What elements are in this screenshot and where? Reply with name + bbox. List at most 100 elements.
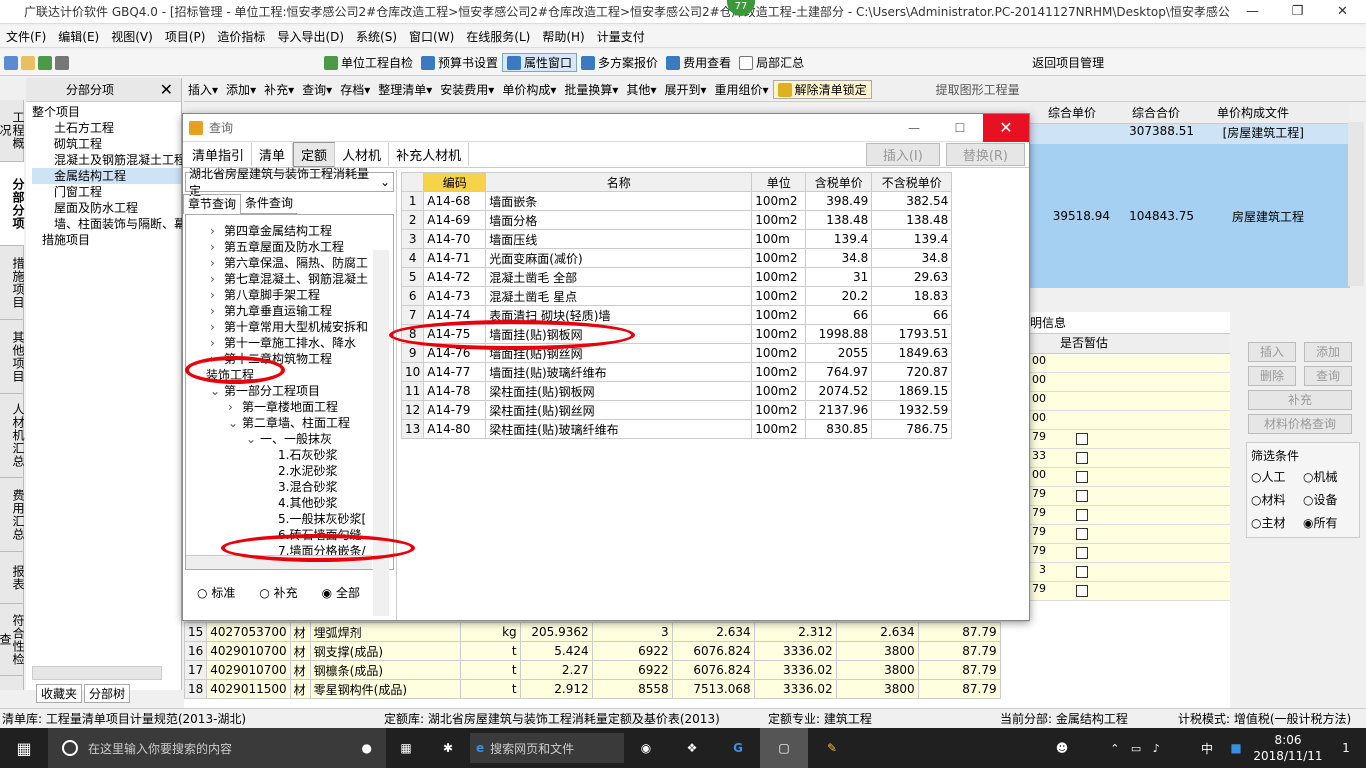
detail-tab[interactable]: 明信息	[1030, 312, 1230, 334]
partial-summary-button[interactable]: 局部汇总	[735, 54, 808, 71]
tab-others[interactable]: 其他项目	[0, 320, 25, 394]
other-menu[interactable]: 其他 ▾	[622, 81, 660, 98]
archive-menu[interactable]: 存档 ▾	[336, 81, 374, 98]
fee-view-button[interactable]: 费用查看	[662, 54, 735, 71]
filter-radio[interactable]: ◉ 全部	[322, 584, 360, 601]
tab-quota[interactable]: 定额	[293, 142, 336, 167]
quota-row[interactable]: 6 A14-73 混凝土凿毛 星点 100m2 20.2 18.83	[400, 286, 953, 306]
checkbox[interactable]	[1076, 566, 1088, 578]
tree-vscrollbar[interactable]	[373, 250, 389, 616]
tab-division-tree[interactable]: 分部树	[84, 684, 131, 703]
resource-row[interactable]: 17 4029010700 材钢檩条(成品) t 2.27 6922 6076.824 333…	[183, 660, 1001, 680]
return-project-button[interactable]: 返回项目管理	[1028, 54, 1108, 71]
reuse-price-menu[interactable]: 重用组价 ▾	[711, 81, 773, 98]
extract-quantity-button[interactable]: 提取图形工程量	[932, 81, 1024, 98]
chapter-tree-item[interactable]: 1.石灰砂浆	[186, 447, 393, 463]
query-button[interactable]: 查询	[1304, 366, 1352, 386]
tab-list[interactable]: 清单	[252, 143, 294, 166]
filter-option[interactable]: ○材料	[1251, 491, 1303, 508]
chapter-tree-item[interactable]: › 第五章屋面及防水工程	[186, 239, 393, 255]
tree-item-selected[interactable]: 金属结构工程	[32, 168, 181, 184]
checkbox[interactable]	[1076, 471, 1088, 483]
tab-chapter-query[interactable]: 章节查询	[183, 194, 242, 214]
tab-reports[interactable]: 报表	[0, 552, 25, 604]
menu-system[interactable]: 系统(S)	[350, 28, 403, 45]
menu-help[interactable]: 帮助(H)	[536, 28, 590, 45]
filter-option[interactable]: ○主材	[1251, 514, 1303, 531]
chapter-tree-item[interactable]: ⌄ 一、一般抹灰	[186, 431, 393, 447]
checkbox[interactable]	[1076, 528, 1088, 540]
tab-fees[interactable]: 费用汇总	[0, 478, 25, 552]
filter-option[interactable]: ○机械	[1303, 468, 1355, 485]
tree-item[interactable]: 混凝土及钢筋混凝土工程	[32, 152, 186, 168]
chapter-tree-item[interactable]: ⌄ 第二章墙、柱面工程	[186, 415, 393, 431]
tab-items[interactable]: 分部分项	[0, 162, 25, 246]
multi-scheme-button[interactable]: 多方案报价	[577, 54, 662, 71]
tab-overview[interactable]: 工程概况	[0, 100, 25, 162]
organize-list-menu[interactable]: 整理清单 ▾	[374, 81, 436, 98]
file-tools[interactable]	[0, 55, 320, 70]
user-icon[interactable]: ■	[1222, 741, 1250, 755]
tab-supplement-resources[interactable]: 补充人材机	[389, 143, 470, 166]
chapter-tree-item[interactable]: › 第一章楼地面工程	[186, 399, 393, 415]
insert-button[interactable]: 插入	[1248, 342, 1296, 362]
resource-row[interactable]: 16 4029010700 材钢支撑(成品) t 5.424 6922 6076.824 33…	[183, 641, 1001, 661]
tree-item[interactable]: 门窗工程	[32, 184, 181, 200]
gbq-app-icon[interactable]: ▢	[760, 728, 808, 768]
tree-item[interactable]: 整个项目	[32, 104, 181, 120]
budget-settings-button[interactable]: 预算书设置	[417, 54, 502, 71]
dialog-close-button[interactable]: ✕	[983, 113, 1029, 142]
chapter-tree-item[interactable]: 2.水泥砂浆	[186, 463, 393, 479]
checkbox[interactable]	[1076, 509, 1088, 521]
library-select[interactable]: 湖北省房屋建筑与装饰工程消耗量定 ⌄	[185, 167, 394, 198]
tree-item[interactable]: 土石方工程	[32, 120, 181, 136]
notepad-icon[interactable]: ✎	[808, 741, 856, 755]
quota-row[interactable]: 3 A14-70 墙面压线 100m 139.4 139.4	[400, 229, 953, 249]
people-icon[interactable]: ☻	[1042, 741, 1082, 755]
checkbox[interactable]	[1076, 547, 1088, 559]
edge-search-box[interactable]: e 搜索网页和文件	[470, 733, 624, 763]
quota-row[interactable]: 10 A14-77 墙面挂(贴)玻璃纤维布 100m2 764.97 720.87	[400, 362, 953, 382]
quota-row[interactable]: 1 A14-68 墙面嵌条 100m2 398.49 382.54	[400, 191, 953, 211]
checkbox[interactable]	[1076, 433, 1088, 445]
chapter-tree-item[interactable]: ⌄ 第一部分工程项目	[186, 383, 393, 399]
tree-hscrollbar[interactable]	[32, 666, 162, 680]
close-icon[interactable]: ✕	[160, 80, 173, 99]
filter-radio[interactable]: ○ 补充	[259, 584, 297, 601]
supplement-menu[interactable]: 补充 ▾	[260, 81, 298, 98]
tab-resources[interactable]: 人材机	[335, 143, 390, 166]
chapter-tree-item[interactable]: 3.混合砂浆	[186, 479, 393, 495]
tab-resources[interactable]: 人材机汇总	[0, 394, 25, 478]
windows-start-icon[interactable]: ▦	[0, 739, 48, 758]
tree-item[interactable]: 措施项目	[32, 232, 181, 248]
tab-favorites[interactable]: 收藏夹	[36, 684, 83, 703]
insert-menu[interactable]: 插入 ▾	[184, 81, 222, 98]
tray-icons[interactable]: ⌃ ▭ ♪	[1082, 742, 1192, 755]
task-view-icon[interactable]: ▦	[386, 741, 426, 755]
checkbox[interactable]	[1076, 585, 1088, 597]
menu-project[interactable]: 项目(P)	[159, 28, 212, 45]
chapter-tree-item[interactable]: 5.一般抹灰砂浆[	[186, 511, 393, 527]
quota-row[interactable]: 5 A14-72 混凝土凿毛 全部 100m2 31 29.63	[400, 267, 953, 287]
notification-icon[interactable]: 1	[1326, 741, 1366, 755]
taskbar-search[interactable]: 在这里输入你要搜索的内容 ●	[48, 728, 386, 768]
install-fee-menu[interactable]: 安装费用 ▾	[436, 81, 498, 98]
quota-row[interactable]: 4 A14-71 光面变麻面(减价) 100m2 34.8 34.8	[400, 248, 953, 268]
menu-edit[interactable]: 编辑(E)	[52, 28, 105, 45]
app-icon[interactable]: ❖	[668, 741, 716, 755]
tab-measures[interactable]: 措施项目	[0, 246, 25, 320]
supplement-button[interactable]: 补充	[1248, 390, 1352, 410]
menu-payment[interactable]: 计量支付	[591, 28, 651, 45]
chapter-tree-item[interactable]: › 第九章垂直运输工程	[186, 303, 393, 319]
menu-file[interactable]: 文件(F)	[0, 28, 52, 45]
menu-view[interactable]: 视图(V)	[105, 28, 159, 45]
restore-button[interactable]: ❐	[1275, 0, 1320, 24]
chapter-tree-item[interactable]: › 第六章保温、隔热、防腐工	[186, 255, 393, 271]
self-check-button[interactable]: 单位工程自检	[320, 54, 417, 71]
dialog-maximize-button[interactable]: ☐	[937, 121, 983, 135]
property-window-button[interactable]: 属性窗口	[502, 53, 578, 72]
tab-compliance[interactable]: 符合性检查	[0, 604, 25, 676]
checkbox[interactable]	[1076, 490, 1088, 502]
quota-row[interactable]: 12 A14-79 梁柱面挂(贴)钢丝网 100m2 2137.96 1932.59	[400, 400, 953, 420]
batch-convert-menu[interactable]: 批量换算 ▾	[560, 81, 622, 98]
